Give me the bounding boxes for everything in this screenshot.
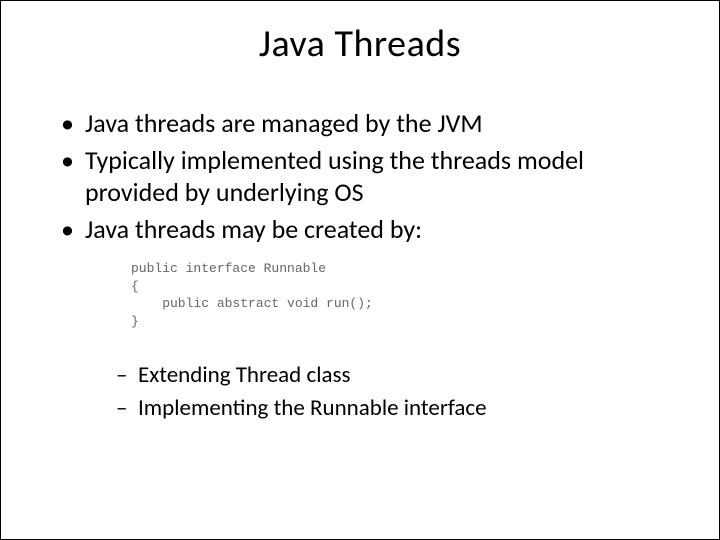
sub-bullet-list: Extending Thread class Implementing the … (116, 360, 669, 424)
code-snippet: public interface Runnable { public abstr… (131, 260, 669, 330)
main-bullet-list: Java threads are managed by the JVM Typi… (61, 107, 669, 245)
bullet-item: Java threads are managed by the JVM (61, 107, 669, 140)
sub-bullet-item: Extending Thread class (116, 360, 669, 391)
slide-title: Java Threads (51, 21, 669, 67)
sub-bullet-item: Implementing the Runnable interface (116, 393, 669, 424)
bullet-item: Typically implemented using the threads … (61, 144, 669, 209)
bullet-item: Java threads may be created by: (61, 213, 669, 246)
